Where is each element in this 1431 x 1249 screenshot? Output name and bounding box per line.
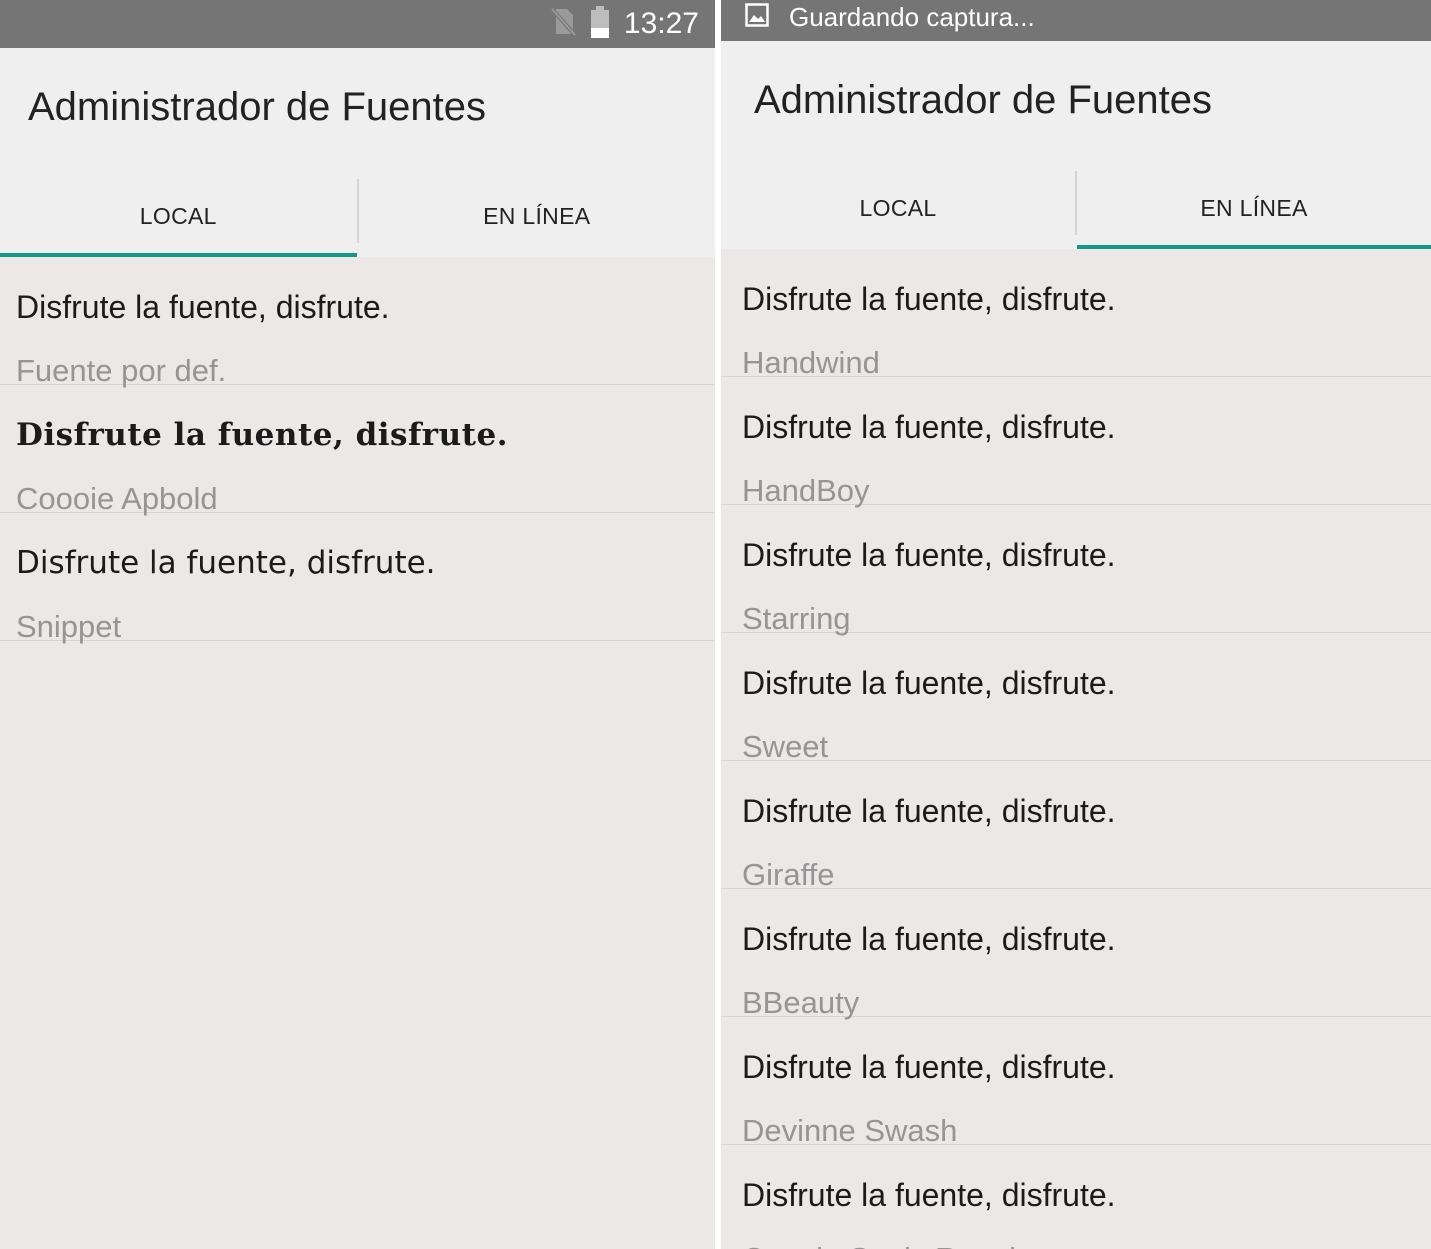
font-name: Sweet — [742, 729, 829, 764]
font-name: Coooie Apbold — [16, 481, 218, 516]
list-item[interactable]: Disfrute la fuente, disfrute. Fuente por… — [0, 257, 715, 388]
status-icons: 13:27 — [550, 0, 699, 48]
list-item[interactable]: Disfrute la fuente, disfrute. Sweet — [721, 633, 1431, 764]
tab-bar: LOCAL EN LÍNEA — [0, 175, 715, 257]
list-item[interactable]: Disfrute la fuente, disfrute. Coooie Apb… — [0, 385, 715, 516]
font-sample-text: Disfrute la fuente, disfrute. — [742, 665, 1116, 701]
font-name: Devinne Swash — [742, 1113, 958, 1148]
list-item[interactable]: Disfrute la fuente, disfrute. HandBoy — [721, 377, 1431, 508]
font-list: Disfrute la fuente, disfrute. Handwind D… — [721, 249, 1431, 1249]
status-bar: 13:27 — [0, 0, 715, 48]
app-title: Administrador de Fuentes — [754, 78, 1213, 122]
font-list: Disfrute la fuente, disfrute. Fuente por… — [0, 257, 715, 644]
tab-online[interactable]: EN LÍNEA — [359, 175, 716, 257]
font-name: Starring — [742, 601, 851, 636]
list-item[interactable]: Disfrute la fuente, disfrute. Devinne Sw… — [721, 1017, 1431, 1148]
font-name: Giraffe — [742, 857, 835, 892]
font-sample-text: Disfrute la fuente, disfrute. — [16, 289, 390, 325]
font-name: Coooie Sauls Regular — [742, 1241, 1044, 1249]
font-sample-text: Disfrute la fuente, disfrute. — [742, 793, 1116, 829]
tab-online[interactable]: EN LÍNEA — [1077, 167, 1431, 249]
list-item[interactable]: Disfrute la fuente, disfrute. BBeauty — [721, 889, 1431, 1020]
image-icon — [745, 2, 769, 32]
font-sample-text: Disfrute la fuente, disfrute. — [742, 1049, 1116, 1085]
left-screen: 13:27 Administrador de Fuentes LOCAL EN … — [0, 0, 715, 1249]
font-name: Fuente por def. — [16, 353, 227, 388]
battery-icon — [590, 5, 610, 43]
list-item[interactable]: Disfrute la fuente, disfrute. Handwind — [721, 249, 1431, 380]
app-bar: Administrador de Fuentes LOCAL EN LÍNEA — [721, 41, 1431, 249]
status-bar: Guardando captura... — [721, 0, 1431, 41]
font-name: Snippet — [16, 609, 122, 644]
no-sim-icon — [550, 7, 577, 42]
font-sample-text: Disfrute la fuente, disfrute. — [16, 417, 509, 453]
tab-local[interactable]: LOCAL — [721, 167, 1075, 249]
list-item[interactable]: Disfrute la fuente, disfrute. Giraffe — [721, 761, 1431, 892]
font-sample-text: Disfrute la fuente, disfrute. — [742, 537, 1116, 573]
clock: 13:27 — [623, 7, 699, 40]
tab-local[interactable]: LOCAL — [0, 175, 357, 257]
notification: Guardando captura... — [745, 0, 1035, 34]
list-item[interactable]: Disfrute la fuente, disfrute. Starring — [721, 505, 1431, 636]
list-item[interactable]: Disfrute la fuente, disfrute. Snippet — [0, 513, 715, 644]
font-name: BBeauty — [742, 985, 860, 1020]
font-name: Handwind — [742, 345, 880, 380]
font-sample-text: Disfrute la fuente, disfrute. — [16, 545, 436, 581]
font-sample-text: Disfrute la fuente, disfrute. — [742, 921, 1116, 957]
font-name: HandBoy — [742, 473, 870, 508]
app-bar: Administrador de Fuentes LOCAL EN LÍNEA — [0, 48, 715, 257]
list-item[interactable]: Disfrute la fuente, disfrute. Coooie Sau… — [721, 1145, 1431, 1249]
notification-text: Guardando captura... — [789, 1, 1035, 32]
right-screen: Guardando captura... Administrador de Fu… — [721, 0, 1431, 1249]
font-sample-text: Disfrute la fuente, disfrute. — [742, 1177, 1116, 1213]
font-sample-text: Disfrute la fuente, disfrute. — [742, 409, 1116, 445]
font-sample-text: Disfrute la fuente, disfrute. — [742, 281, 1116, 317]
app-title: Administrador de Fuentes — [28, 85, 487, 129]
tab-bar: LOCAL EN LÍNEA — [721, 167, 1431, 249]
